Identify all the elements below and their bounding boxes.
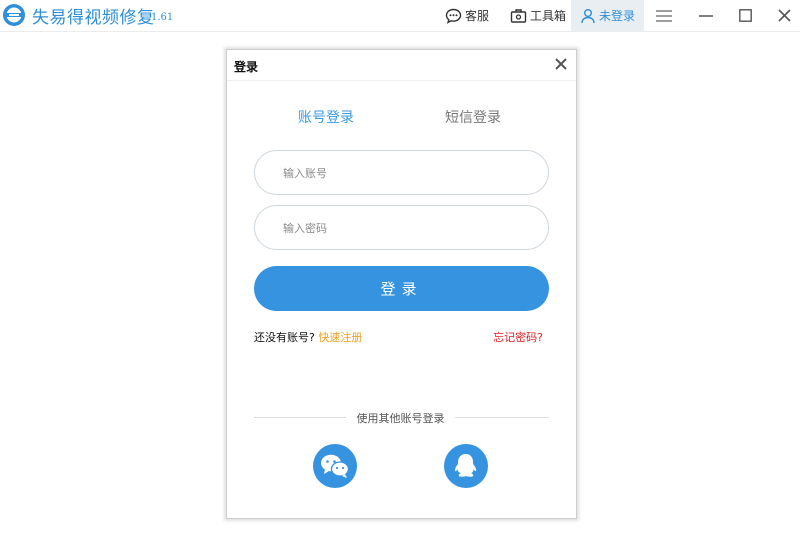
divider-right — [455, 417, 549, 418]
maximize-button[interactable] — [725, 0, 765, 31]
maximize-icon — [738, 9, 752, 22]
other-login-text: 使用其他账号登录 — [356, 412, 445, 425]
dialog-header: 登录 — [227, 50, 576, 81]
divider-left — [254, 417, 346, 418]
toolbox-icon — [510, 8, 527, 23]
minimize-button[interactable] — [686, 0, 726, 31]
login-status-label: 未登录 — [598, 9, 635, 23]
app-version: 1.61 — [151, 12, 174, 23]
tab-sms-login[interactable]: 短信登录 — [445, 107, 501, 127]
account-field-wrapper — [254, 150, 549, 196]
window-close-button[interactable] — [764, 0, 800, 31]
forgot-password-link[interactable]: 忘记密码? — [493, 329, 543, 345]
wechat-icon — [321, 454, 350, 478]
qq-login-button[interactable] — [444, 444, 488, 488]
menu-icon — [656, 9, 672, 22]
user-icon — [581, 8, 595, 23]
register-link[interactable]: 快速注册 — [318, 331, 362, 344]
no-account-text: 还没有账号? — [254, 331, 315, 344]
toolbox-label: 工具箱 — [530, 9, 567, 23]
app-name: 失易得视频修复 — [32, 8, 155, 28]
title-bar: 失易得视频修复 1.61 客服 工具箱 未登录 — [0, 0, 800, 32]
password-field-wrapper — [254, 205, 549, 251]
password-input[interactable] — [281, 206, 525, 251]
tab-account-login[interactable]: 账号登录 — [298, 107, 354, 127]
login-status-button[interactable]: 未登录 — [571, 0, 644, 31]
qq-icon — [454, 454, 477, 477]
chat-bubble-icon — [445, 8, 462, 24]
toolbox-button[interactable]: 工具箱 — [510, 0, 566, 31]
minimize-icon — [699, 14, 713, 17]
account-input[interactable] — [281, 151, 525, 196]
support-button[interactable]: 客服 — [445, 0, 489, 31]
support-label: 客服 — [465, 9, 490, 23]
close-icon — [777, 9, 791, 22]
dialog-title: 登录 — [234, 60, 259, 74]
login-dialog: 登录 账号登录 短信登录 登录 还没有账号? 快速注册 忘记密码? 使用其他账号… — [226, 49, 577, 519]
menu-button[interactable] — [644, 0, 684, 31]
wechat-login-button[interactable] — [313, 444, 357, 488]
app-logo-icon — [3, 4, 25, 26]
login-button[interactable]: 登录 — [254, 266, 549, 311]
register-row: 还没有账号? 快速注册 — [254, 329, 362, 345]
dialog-close-icon[interactable] — [554, 57, 568, 71]
